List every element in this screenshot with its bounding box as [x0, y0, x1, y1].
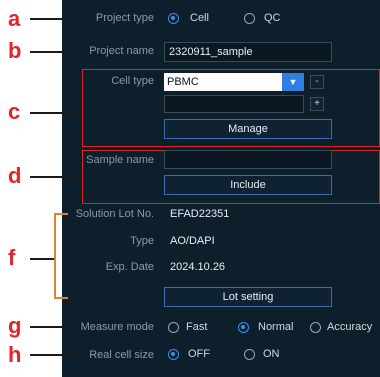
annotation-line-b — [30, 51, 88, 53]
project-type-qc-radio[interactable] — [244, 13, 255, 24]
annotation-d: d — [8, 163, 22, 188]
annotation-h: h — [8, 342, 22, 367]
annotation-line-a — [30, 18, 62, 20]
annotation-line-c — [30, 112, 80, 114]
cell-type-selected: PBMC — [167, 76, 199, 88]
project-type-cell-radio[interactable] — [168, 13, 179, 24]
measure-mode-accuracy-label[interactable]: Accuracy — [327, 321, 372, 333]
include-button[interactable]: Include — [164, 175, 332, 195]
project-type-cell-label[interactable]: Cell — [190, 12, 209, 24]
annotation-g: g — [8, 313, 22, 338]
annotation-line-d — [30, 176, 80, 178]
measure-mode-label: Measure mode — [80, 321, 154, 333]
lot-setting-button[interactable]: Lot setting — [164, 287, 332, 307]
bracket-top — [54, 213, 68, 215]
annotation-b: b — [8, 38, 22, 63]
real-cell-size-on-label[interactable]: ON — [263, 348, 280, 360]
measure-mode-normal-label[interactable]: Normal — [258, 321, 293, 333]
annotation-f: f — [8, 245, 16, 270]
project-name-label: Project name — [89, 45, 154, 57]
annotation-c: c — [8, 99, 21, 124]
add-cell-type-button[interactable]: + — [310, 97, 324, 111]
real-cell-size-on-radio[interactable] — [244, 349, 255, 360]
solution-type-value: AO/DAPI — [170, 235, 215, 247]
real-cell-size-label: Real cell size — [89, 349, 154, 361]
exp-date-value: 2024.10.26 — [170, 261, 226, 273]
sample-name-label: Sample name — [86, 154, 154, 166]
bracket-bottom — [54, 297, 68, 299]
solution-lot-label: Solution Lot No. — [75, 208, 154, 220]
exp-date-label: Exp. Date — [105, 261, 154, 273]
cell-type-select[interactable]: PBMC ▼ — [164, 73, 304, 91]
manage-button[interactable]: Manage — [164, 119, 332, 139]
solution-lot-value: EFAD22351 — [170, 208, 230, 220]
annotation-line-f — [30, 258, 54, 260]
cell-type-input[interactable] — [164, 95, 304, 113]
chevron-down-icon[interactable]: ▼ — [282, 73, 304, 91]
project-type-label: Project type — [95, 12, 154, 24]
measure-mode-normal-radio[interactable] — [238, 322, 249, 333]
measure-mode-fast-radio[interactable] — [168, 322, 179, 333]
annotation-a: a — [8, 6, 21, 31]
solution-type-label: Type — [130, 235, 154, 247]
remove-cell-type-button[interactable]: - — [310, 75, 324, 89]
annotation-line-g — [30, 326, 68, 328]
measure-mode-accuracy-radio[interactable] — [310, 322, 321, 333]
real-cell-size-off-radio[interactable] — [168, 349, 179, 360]
annotation-line-h — [30, 354, 84, 356]
real-cell-size-off-label[interactable]: OFF — [188, 348, 210, 360]
sample-name-input[interactable] — [164, 150, 332, 169]
project-name-input[interactable]: 2320911_sample — [164, 42, 332, 62]
project-type-qc-label[interactable]: QC — [264, 12, 281, 24]
cell-type-label: Cell type — [111, 75, 154, 87]
measure-mode-fast-label[interactable]: Fast — [186, 321, 207, 333]
annotation-bracket-f — [54, 213, 56, 299]
